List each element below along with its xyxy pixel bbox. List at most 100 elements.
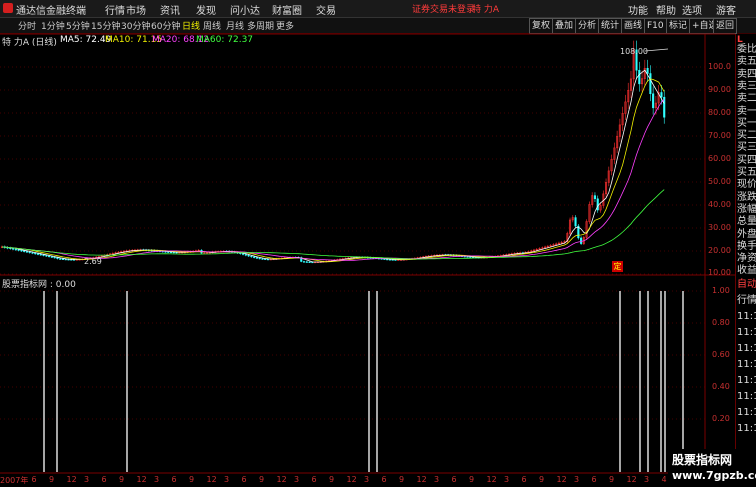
candle-body [64,258,67,261]
candle-body [244,254,247,256]
ma5-line [1,69,665,263]
kline-chart[interactable]: 108.00 2.69 [0,0,735,487]
candle-body [593,195,597,200]
time-tick: 3 [434,475,440,484]
tick-time: 11:1 [737,407,756,418]
tick-time: 11:1 [737,343,756,354]
candle-body [48,255,51,258]
time-tick: 6 [451,475,457,484]
candle-body [23,250,26,252]
candle-body [59,258,62,260]
price-tick: 10.00 [708,268,731,277]
tick-time: 11:1 [737,327,756,338]
time-tick: 9 [329,475,335,484]
candle-body [14,248,17,251]
candle-body [580,237,583,244]
tick-time: 11:1 [737,311,756,322]
candle-body [42,254,45,256]
time-tick: 12 [206,475,217,484]
price-tick: 90.00 [708,85,731,94]
time-tick: 12 [136,475,147,484]
price-tick: 50.00 [708,177,731,186]
candle-body [261,258,264,260]
price-tick: 100.0 [708,62,731,71]
candle-body [50,256,53,258]
panel-tab[interactable]: 行情 [737,294,756,308]
candle-body [305,261,308,263]
indicator-tick: 1.00 [712,286,730,295]
time-tick: 6 [591,475,597,484]
candle-body [17,249,20,251]
candle-body [61,258,65,260]
price-tick: 30.00 [708,223,731,232]
time-tick: 9 [469,475,475,484]
time-tick: 9 [119,475,125,484]
time-tick: 9 [259,475,265,484]
candle-body [28,251,31,254]
candle-body [660,92,663,98]
indicator-tick: 0.40 [712,382,730,391]
candle-body [638,69,641,85]
price-tick: 70.00 [708,131,731,140]
candle-body [20,250,23,252]
candle-body [266,258,270,261]
time-tick: 9 [609,475,615,484]
time-tick: 3 [154,475,160,484]
time-tick: 9 [399,475,405,484]
time-tick: 12 [416,475,427,484]
ma10-line [1,78,665,263]
time-tick: 12 [66,475,77,484]
time-tick: 9 [539,475,545,484]
tick-time: 11:1 [737,359,756,370]
time-tick: 6 [311,475,317,484]
candle-body [264,258,267,261]
time-tick: 6 [381,475,387,484]
candle-body [250,255,253,258]
price-tick: 60.00 [708,154,731,163]
time-tick: 4 [661,475,667,484]
time-tick: 6 [31,475,37,484]
tick-time: 11:1 [737,423,756,434]
candle-body [574,217,577,227]
candle-body [36,253,40,255]
price-tick: 20.00 [708,246,731,255]
candle-body [652,93,655,109]
candle-body [258,257,261,260]
candle-body [56,257,59,259]
time-tick: 9 [189,475,195,484]
price-tick: 40.00 [708,200,731,209]
tick-time: 11:1 [737,391,756,402]
quote-field-label: 收益 [737,265,756,277]
candle-body [649,73,652,94]
time-tick: 12 [486,475,497,484]
indicator-tick: 0.20 [712,414,730,423]
time-tick: 9 [49,475,55,484]
time-tick: 3 [224,475,230,484]
quote-side-panel: L 委比 卖五 卖四 卖三 卖二 卖一 买一 买二 买三 买四 买五 现价 涨跌 涨幅 总量 外盘 换手 净资 收益… [735,34,756,487]
watermark-title: 股票指标网 [672,453,733,467]
time-tick: 3 [84,475,90,484]
indicator-label: 股票指标网 : 0.00 [2,280,76,290]
candle-body [242,253,245,255]
watermark-url: www.7gpzb.com [672,469,756,482]
time-tick: 12 [276,475,287,484]
time-tick: 6 [521,475,527,484]
time-tick: 6 [241,475,247,484]
candle-body [302,261,306,263]
time-tick: 12 [626,475,637,484]
price-tick: 80.00 [708,108,731,117]
tick-time: 11:1 [737,375,756,386]
candle-body [247,255,250,257]
candle-body [25,251,28,253]
low-annotation: 2.69 [84,257,102,266]
candle-body [39,254,42,256]
time-tick: 2007年 [0,476,29,485]
candle-body [45,255,48,257]
candle-body [12,248,15,250]
high-leader-line [644,48,669,52]
panel-tab[interactable]: 自动 [737,278,756,292]
indicator-tick: 0.80 [712,318,730,327]
time-tick: 3 [364,475,370,484]
time-tick: 12 [556,475,567,484]
high-annotation: 108.00 [620,47,648,56]
